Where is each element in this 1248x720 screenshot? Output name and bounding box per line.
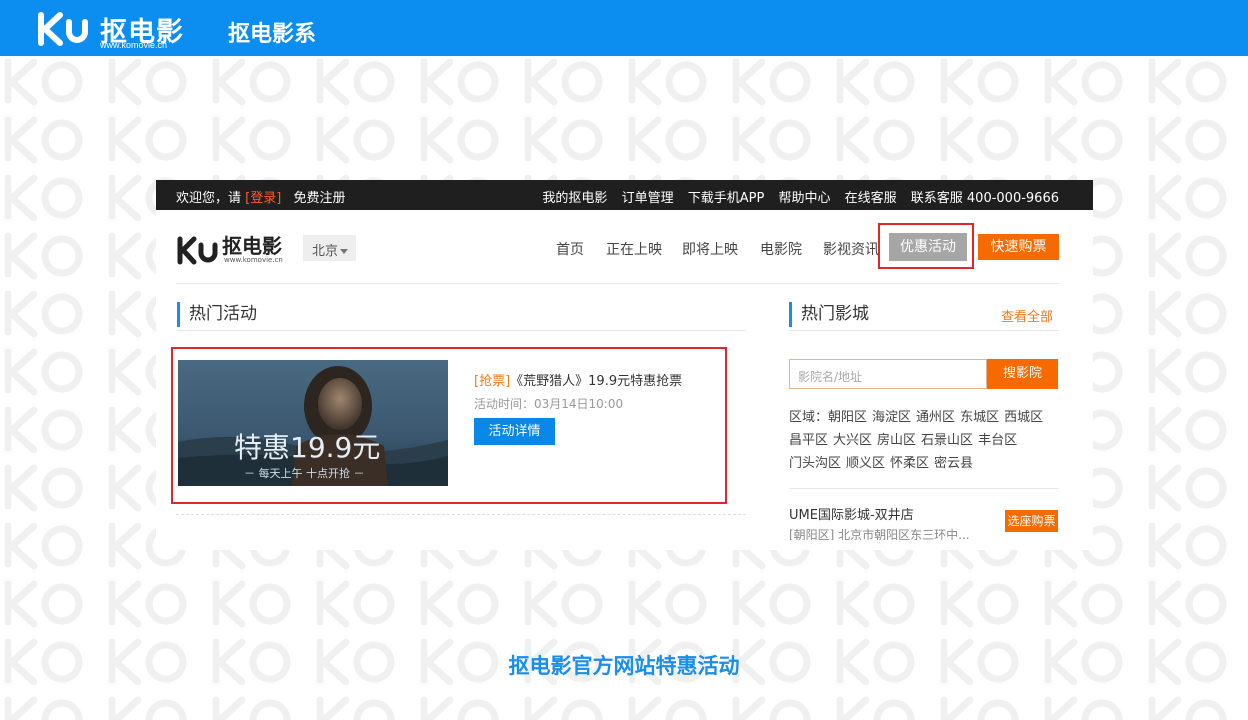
hotline-text: 联系客服 400-000-9666 (910, 191, 1059, 206)
district-link[interactable]: 大兴区 (833, 433, 872, 448)
district-list: 区域：朝阳区 海淀区 通州区 东城区 西城区 昌平区 大兴区 房山区 石景山区 丰台区 门头沟区… (789, 406, 1069, 475)
help-link[interactable]: 帮助中心 (778, 191, 830, 206)
site-logo[interactable]: 抠电影 www.komovie.cn (176, 232, 296, 268)
district-link[interactable]: 顺义区 (846, 456, 885, 471)
district-link[interactable]: 石景山区 (921, 433, 973, 448)
site-topbar: 欢迎您，请 [登录] 免费注册 我的抠电影 订单管理 下载手机APP 帮助中心 … (156, 180, 1093, 210)
city-selector[interactable]: 北京 (303, 235, 356, 261)
search-cinema-button[interactable]: 搜影院 (987, 359, 1058, 389)
cinema-divider (789, 488, 1059, 489)
ko-logo-icon (38, 12, 88, 46)
district-link[interactable]: 通州区 (916, 410, 955, 425)
event-highlight-box (171, 347, 727, 504)
district-link[interactable]: 东城区 (960, 410, 999, 425)
district-label: 区域： (789, 410, 829, 425)
nav-news[interactable]: 影视资讯 (823, 239, 879, 259)
top-banner: 抠电影 www.komovie.cn 抠电影系 (0, 0, 1248, 56)
district-link[interactable]: 丰台区 (978, 433, 1017, 448)
site-logo-url: www.komovie.cn (224, 256, 283, 264)
quick-buy-button[interactable]: 快速购票 (978, 234, 1059, 260)
district-link[interactable]: 昌平区 (789, 433, 828, 448)
district-link[interactable]: 西城区 (1004, 410, 1043, 425)
promotions-highlight-box (878, 223, 974, 269)
login-link[interactable]: [登录] (245, 191, 281, 206)
ko-logo-icon (177, 236, 218, 265)
district-link[interactable]: 海淀区 (872, 410, 911, 425)
banner-logo-url: www.komovie.cn (100, 40, 168, 50)
district-link[interactable]: 门头沟区 (789, 456, 841, 471)
nav-coming-soon[interactable]: 即将上映 (682, 239, 738, 259)
nav-divider (176, 283, 1059, 284)
chevron-down-icon (340, 249, 349, 254)
banner-logo[interactable]: 抠电影 www.komovie.cn (36, 10, 196, 50)
my-account-link[interactable]: 我的抠电影 (542, 191, 607, 206)
district-link[interactable]: 密云县 (934, 456, 973, 471)
hot-cinemas-title: 热门影城 (789, 302, 869, 327)
website-frame: 欢迎您，请 [登录] 免费注册 我的抠电影 订单管理 下载手机APP 帮助中心 … (156, 180, 1093, 550)
district-link[interactable]: 房山区 (877, 433, 916, 448)
view-all-link[interactable]: 查看全部 (1001, 306, 1053, 325)
page-caption: 抠电影官方网站特惠活动 (508, 654, 740, 678)
welcome-text: 欢迎您，请 (176, 191, 242, 206)
district-link[interactable]: 朝阳区 (828, 410, 867, 425)
city-label: 北京 (312, 244, 339, 259)
hot-events-title: 热门活动 (177, 302, 257, 327)
online-service-link[interactable]: 在线客服 (845, 191, 897, 206)
cinema-search-input[interactable]: 影院名/地址 (789, 359, 987, 389)
hot-cinemas-divider (789, 330, 1059, 331)
cinema-address: [朝阳区] 北京市朝阳区东三环中... (789, 528, 970, 540)
hot-events-divider (177, 330, 746, 331)
banner-title: 抠电影系 (228, 22, 317, 47)
nav-now-showing[interactable]: 正在上映 (606, 239, 662, 259)
nav-home[interactable]: 首页 (556, 239, 584, 259)
cinema-name[interactable]: UME国际影城-双井店 (789, 504, 914, 523)
download-app-link[interactable]: 下载手机APP (688, 191, 765, 206)
orders-link[interactable]: 订单管理 (622, 191, 674, 206)
event-divider (176, 514, 746, 515)
select-seat-button[interactable]: 选座购票 (1005, 510, 1058, 532)
register-link[interactable]: 免费注册 (293, 191, 345, 206)
district-link[interactable]: 怀柔区 (890, 456, 929, 471)
nav-cinemas[interactable]: 电影院 (760, 239, 802, 259)
site-logo-brand: 抠电影 (222, 234, 282, 258)
site-nav: 抠电影 www.komovie.cn 北京 首页 正在上映 即将上映 电影院 影… (156, 210, 1093, 284)
